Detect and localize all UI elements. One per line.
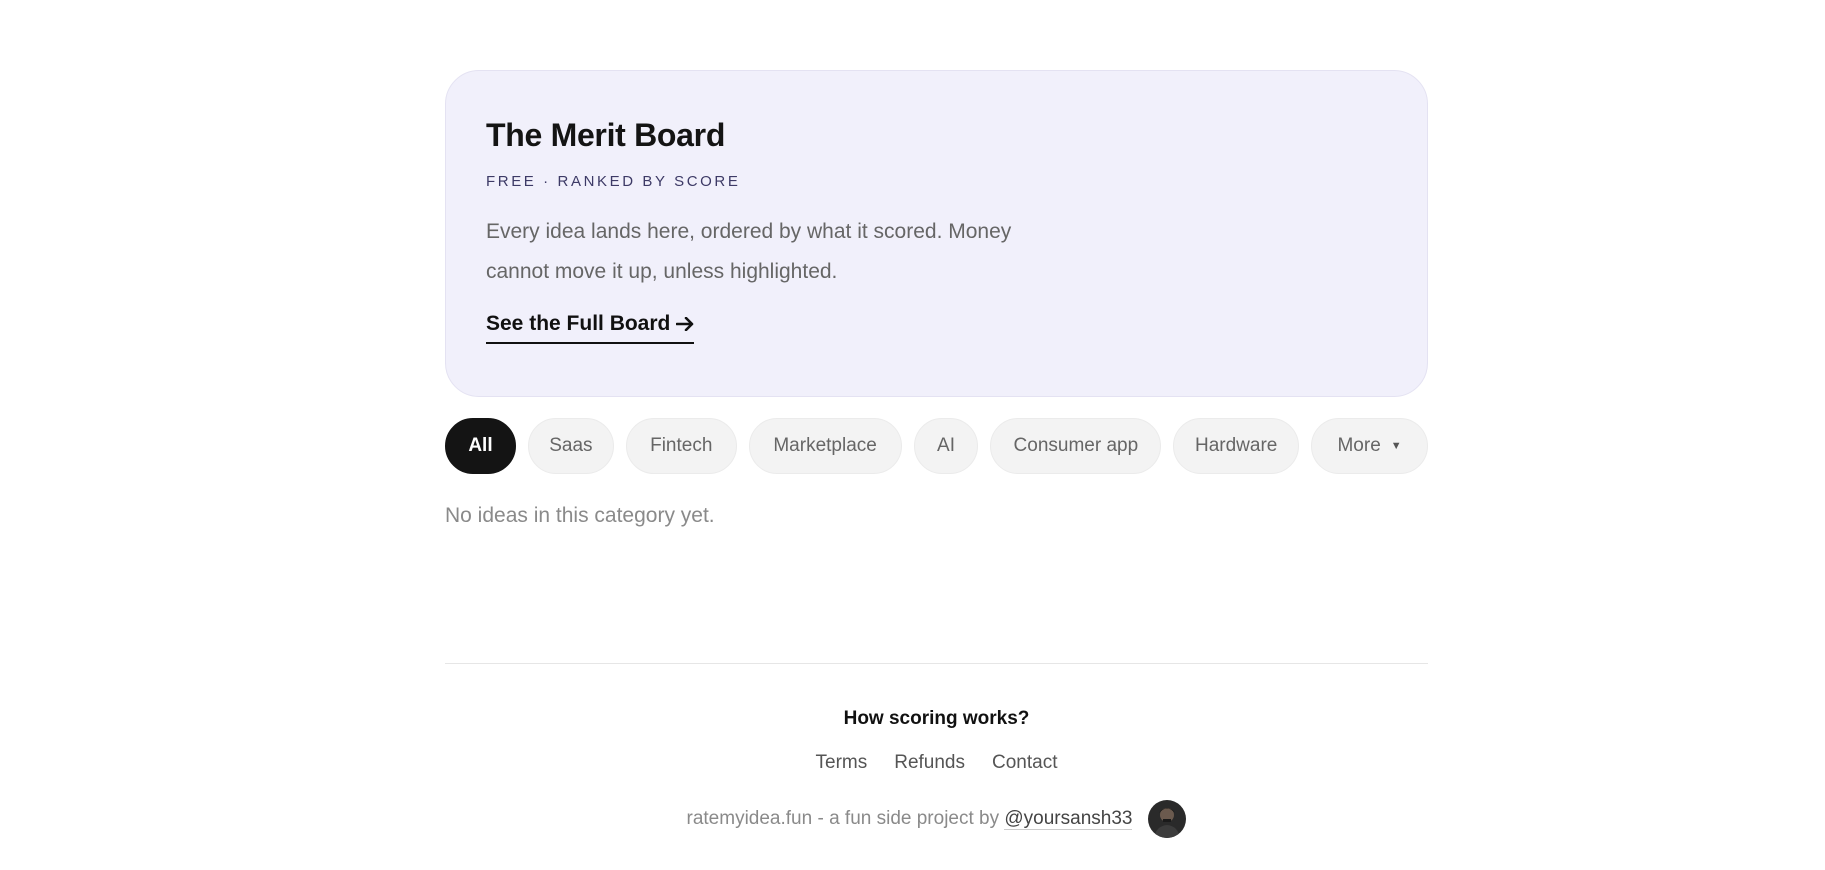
tab-hardware[interactable]: Hardware [1173, 418, 1300, 474]
see-full-board-link[interactable]: See the Full Board [486, 312, 695, 344]
tab-label: AI [937, 435, 955, 456]
how-scoring-works-heading: How scoring works? [843, 708, 1030, 729]
see-full-board-label: See the Full Board [486, 312, 671, 335]
tab-saas[interactable]: Saas [527, 418, 614, 474]
tab-label: Saas [549, 435, 593, 456]
empty-state-message: No ideas in this category yet. [445, 504, 715, 527]
tab-marketplace[interactable]: Marketplace [748, 418, 902, 474]
terms-link[interactable]: Terms [816, 752, 868, 774]
tab-label: All [468, 435, 493, 456]
tab-more-dropdown[interactable]: More ▼ [1311, 418, 1428, 474]
tab-consumer-app[interactable]: Consumer app [990, 418, 1162, 474]
caret-down-icon: ▼ [1390, 440, 1402, 452]
credit-text: ratemyidea.fun - a fun side project by @… [687, 808, 1133, 830]
merit-board-card: The Merit Board FREE · RANKED BY SCORE E… [445, 70, 1428, 397]
tab-ai[interactable]: AI [913, 418, 979, 474]
main-content: The Merit Board FREE · RANKED BY SCORE E… [445, 70, 1428, 528]
merit-board-description: Every idea lands here, ordered by what i… [486, 220, 1012, 283]
arrow-right-icon [676, 312, 694, 336]
refunds-link[interactable]: Refunds [894, 752, 965, 774]
tab-label: Marketplace [773, 435, 877, 456]
credit-line: ratemyidea.fun - a fun side project by @… [445, 800, 1428, 838]
tab-label: Fintech [650, 435, 713, 456]
author-handle-link[interactable]: @yoursansh33 [1004, 808, 1133, 830]
footer-links: Terms Refunds Contact [445, 752, 1428, 774]
footer: How scoring works? Terms Refunds Contact… [445, 663, 1428, 838]
contact-link[interactable]: Contact [992, 752, 1057, 774]
author-avatar[interactable] [1148, 800, 1187, 838]
tab-fintech[interactable]: Fintech [625, 418, 737, 474]
merit-board-subtitle: FREE · RANKED BY SCORE [486, 173, 741, 190]
tab-label: More [1337, 435, 1381, 456]
category-tabs: All Saas Fintech Marketplace AI Consumer… [445, 418, 1428, 474]
merit-board-title: The Merit Board [486, 117, 726, 153]
tab-label: Hardware [1195, 435, 1278, 456]
tab-label: Consumer app [1013, 435, 1139, 456]
tab-all[interactable]: All [445, 418, 516, 474]
page: The Merit Board FREE · RANKED BY SCORE E… [0, 0, 1825, 870]
credit-prefix: ratemyidea.fun - a fun side project by [686, 808, 1000, 829]
